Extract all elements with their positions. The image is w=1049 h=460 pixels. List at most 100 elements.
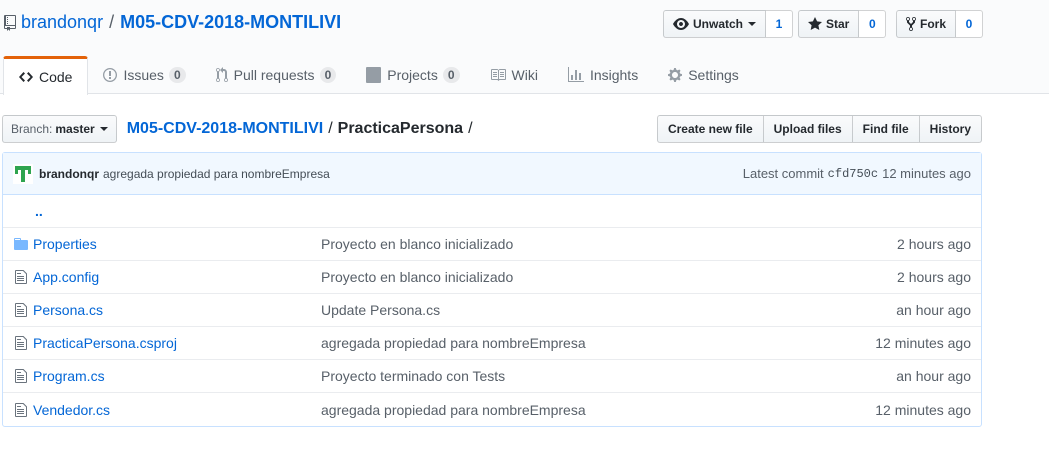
- star-action: Star 0: [798, 10, 887, 38]
- file-commit-message-link[interactable]: agregada propiedad para nombreEmpresa: [321, 402, 875, 418]
- gear-icon: [668, 68, 683, 82]
- tab-settings-label: Settings: [688, 67, 739, 83]
- commit-author-link[interactable]: brandonqr: [39, 167, 99, 181]
- book-icon: [490, 69, 506, 81]
- fork-label: Fork: [920, 17, 947, 31]
- repo-owner-link[interactable]: brandonqr: [21, 12, 103, 33]
- star-label: Star: [826, 17, 850, 31]
- branch-name: master: [55, 122, 95, 136]
- file-icon: [13, 368, 29, 384]
- file-commit-message-link[interactable]: Proyecto en blanco inicializado: [321, 269, 897, 285]
- breadcrumb: M05-CDV-2018-MONTILIVI / PracticaPersona…: [127, 120, 478, 138]
- table-row: Program.cs Proyecto terminado con Tests an…: [3, 360, 981, 393]
- file-age: an hour ago: [896, 368, 971, 384]
- file-icon: [13, 402, 29, 418]
- repo-name-link[interactable]: M05-CDV-2018-MONTILIVI: [120, 12, 341, 33]
- commit-age: 12 minutes ago: [882, 166, 971, 181]
- file-age: 2 hours ago: [897, 269, 971, 285]
- latest-commit-label: Latest commit: [742, 166, 824, 181]
- file-name-link[interactable]: Vendedor.cs: [33, 402, 321, 418]
- tab-pull-requests-label: Pull requests: [233, 67, 315, 83]
- commit-message-link[interactable]: agregada propiedad para nombreEmpresa: [103, 167, 330, 181]
- repo-icon: [4, 14, 16, 31]
- forks-count[interactable]: 0: [956, 10, 984, 38]
- breadcrumb-trailing-separator: /: [468, 120, 473, 137]
- projects-counter: 0: [442, 67, 460, 83]
- file-age: 12 minutes ago: [875, 401, 971, 418]
- commit-meta: Latest commit cfd750c 12 minutes ago: [743, 166, 971, 181]
- tab-insights-label: Insights: [589, 67, 639, 83]
- star-icon: [808, 17, 822, 30]
- repo-header: brandonqr / M05-CDV-2018-MONTILIVI Unwat…: [0, 0, 1049, 95]
- project-icon: [366, 67, 382, 83]
- branch-prefix: Branch:: [11, 122, 53, 136]
- tab-issues-label: Issues: [123, 67, 164, 83]
- file-name-link[interactable]: Program.cs: [33, 368, 321, 384]
- table-row: PracticaPersona.csproj agregada propiedad…: [3, 327, 981, 360]
- avatar[interactable]: [13, 163, 33, 184]
- fork-button[interactable]: Fork: [896, 10, 957, 38]
- commit-sha-link[interactable]: cfd750c: [828, 167, 878, 181]
- file-commit-message-link[interactable]: Update Persona.cs: [321, 302, 896, 318]
- pull-requests-counter: 0: [319, 67, 337, 83]
- pull-request-icon: [215, 67, 228, 83]
- file-name-link[interactable]: Persona.cs: [33, 302, 321, 318]
- file-icon: [13, 335, 29, 351]
- breadcrumb-separator: /: [328, 120, 333, 137]
- chevron-down-icon: [748, 22, 757, 26]
- tab-issues[interactable]: Issues 0: [88, 56, 200, 94]
- repo-separator: /: [109, 12, 115, 32]
- issues-counter: 0: [168, 67, 186, 83]
- star-button[interactable]: Star: [798, 10, 860, 38]
- history-button[interactable]: History: [918, 115, 982, 143]
- file-name-link[interactable]: App.config: [33, 269, 321, 285]
- code-icon: [19, 72, 33, 82]
- tab-insights[interactable]: Insights: [553, 56, 653, 94]
- file-age: an hour ago: [896, 302, 971, 318]
- upload-files-button[interactable]: Upload files: [762, 115, 853, 143]
- file-actions: Create new file Upload files Find file H…: [656, 115, 982, 143]
- tab-code-label: Code: [39, 69, 73, 85]
- table-row: Persona.cs Update Persona.cs an hour ago: [3, 294, 981, 327]
- find-file-button[interactable]: Find file: [851, 115, 920, 143]
- file-commit-message-link[interactable]: Proyecto terminado con Tests: [321, 368, 896, 384]
- file-name-link[interactable]: Properties: [33, 236, 321, 252]
- tab-projects-label: Projects: [387, 67, 438, 83]
- file-icon: [13, 302, 29, 318]
- parent-directory-link[interactable]: ..: [35, 203, 43, 219]
- file-list: brandonqr agregada propiedad para nombre…: [2, 152, 982, 427]
- graph-icon: [567, 67, 584, 82]
- watchers-count[interactable]: 1: [766, 10, 794, 38]
- fork-icon: [906, 16, 916, 32]
- eye-icon: [673, 18, 689, 30]
- breadcrumb-root-link[interactable]: M05-CDV-2018-MONTILIVI: [127, 120, 323, 138]
- tab-settings[interactable]: Settings: [653, 56, 754, 94]
- unwatch-label: Unwatch: [693, 17, 744, 31]
- latest-commit-bar: brandonqr agregada propiedad para nombre…: [3, 153, 981, 195]
- file-age: 2 hours ago: [897, 236, 971, 252]
- repo-nav: Code Issues 0 Pull requests 0 Projects 0…: [3, 56, 754, 95]
- file-commit-message-link[interactable]: Proyecto en blanco inicializado: [321, 236, 897, 252]
- stargazers-count[interactable]: 0: [859, 10, 887, 38]
- repo-title: brandonqr / M05-CDV-2018-MONTILIVI: [4, 12, 341, 33]
- breadcrumb-current-folder: PracticaPersona: [337, 120, 464, 137]
- file-rows: Properties Proyecto en blanco inicializad…: [3, 228, 981, 426]
- file-commit-message-link[interactable]: agregada propiedad para nombreEmpresa: [321, 335, 875, 351]
- folder-icon: [13, 236, 29, 252]
- tab-wiki-label: Wiki: [511, 67, 538, 83]
- watch-action: Unwatch 1: [663, 10, 794, 38]
- chevron-down-icon: [99, 127, 108, 131]
- tab-pull-requests[interactable]: Pull requests 0: [201, 56, 352, 94]
- branch-select-button[interactable]: Branch: master: [2, 115, 117, 143]
- file-name-link[interactable]: PracticaPersona.csproj: [33, 335, 321, 351]
- parent-directory-row: ..: [3, 195, 981, 228]
- tab-wiki[interactable]: Wiki: [475, 56, 553, 94]
- unwatch-button[interactable]: Unwatch: [663, 10, 767, 38]
- tab-code[interactable]: Code: [3, 56, 89, 95]
- table-row: Properties Proyecto en blanco inicializad…: [3, 228, 981, 261]
- issue-icon: [103, 68, 118, 82]
- create-new-file-button[interactable]: Create new file: [656, 115, 764, 143]
- table-row: App.config Proyecto en blanco inicializad…: [3, 261, 981, 294]
- fork-action: Fork 0: [896, 10, 984, 38]
- tab-projects[interactable]: Projects 0: [351, 56, 474, 94]
